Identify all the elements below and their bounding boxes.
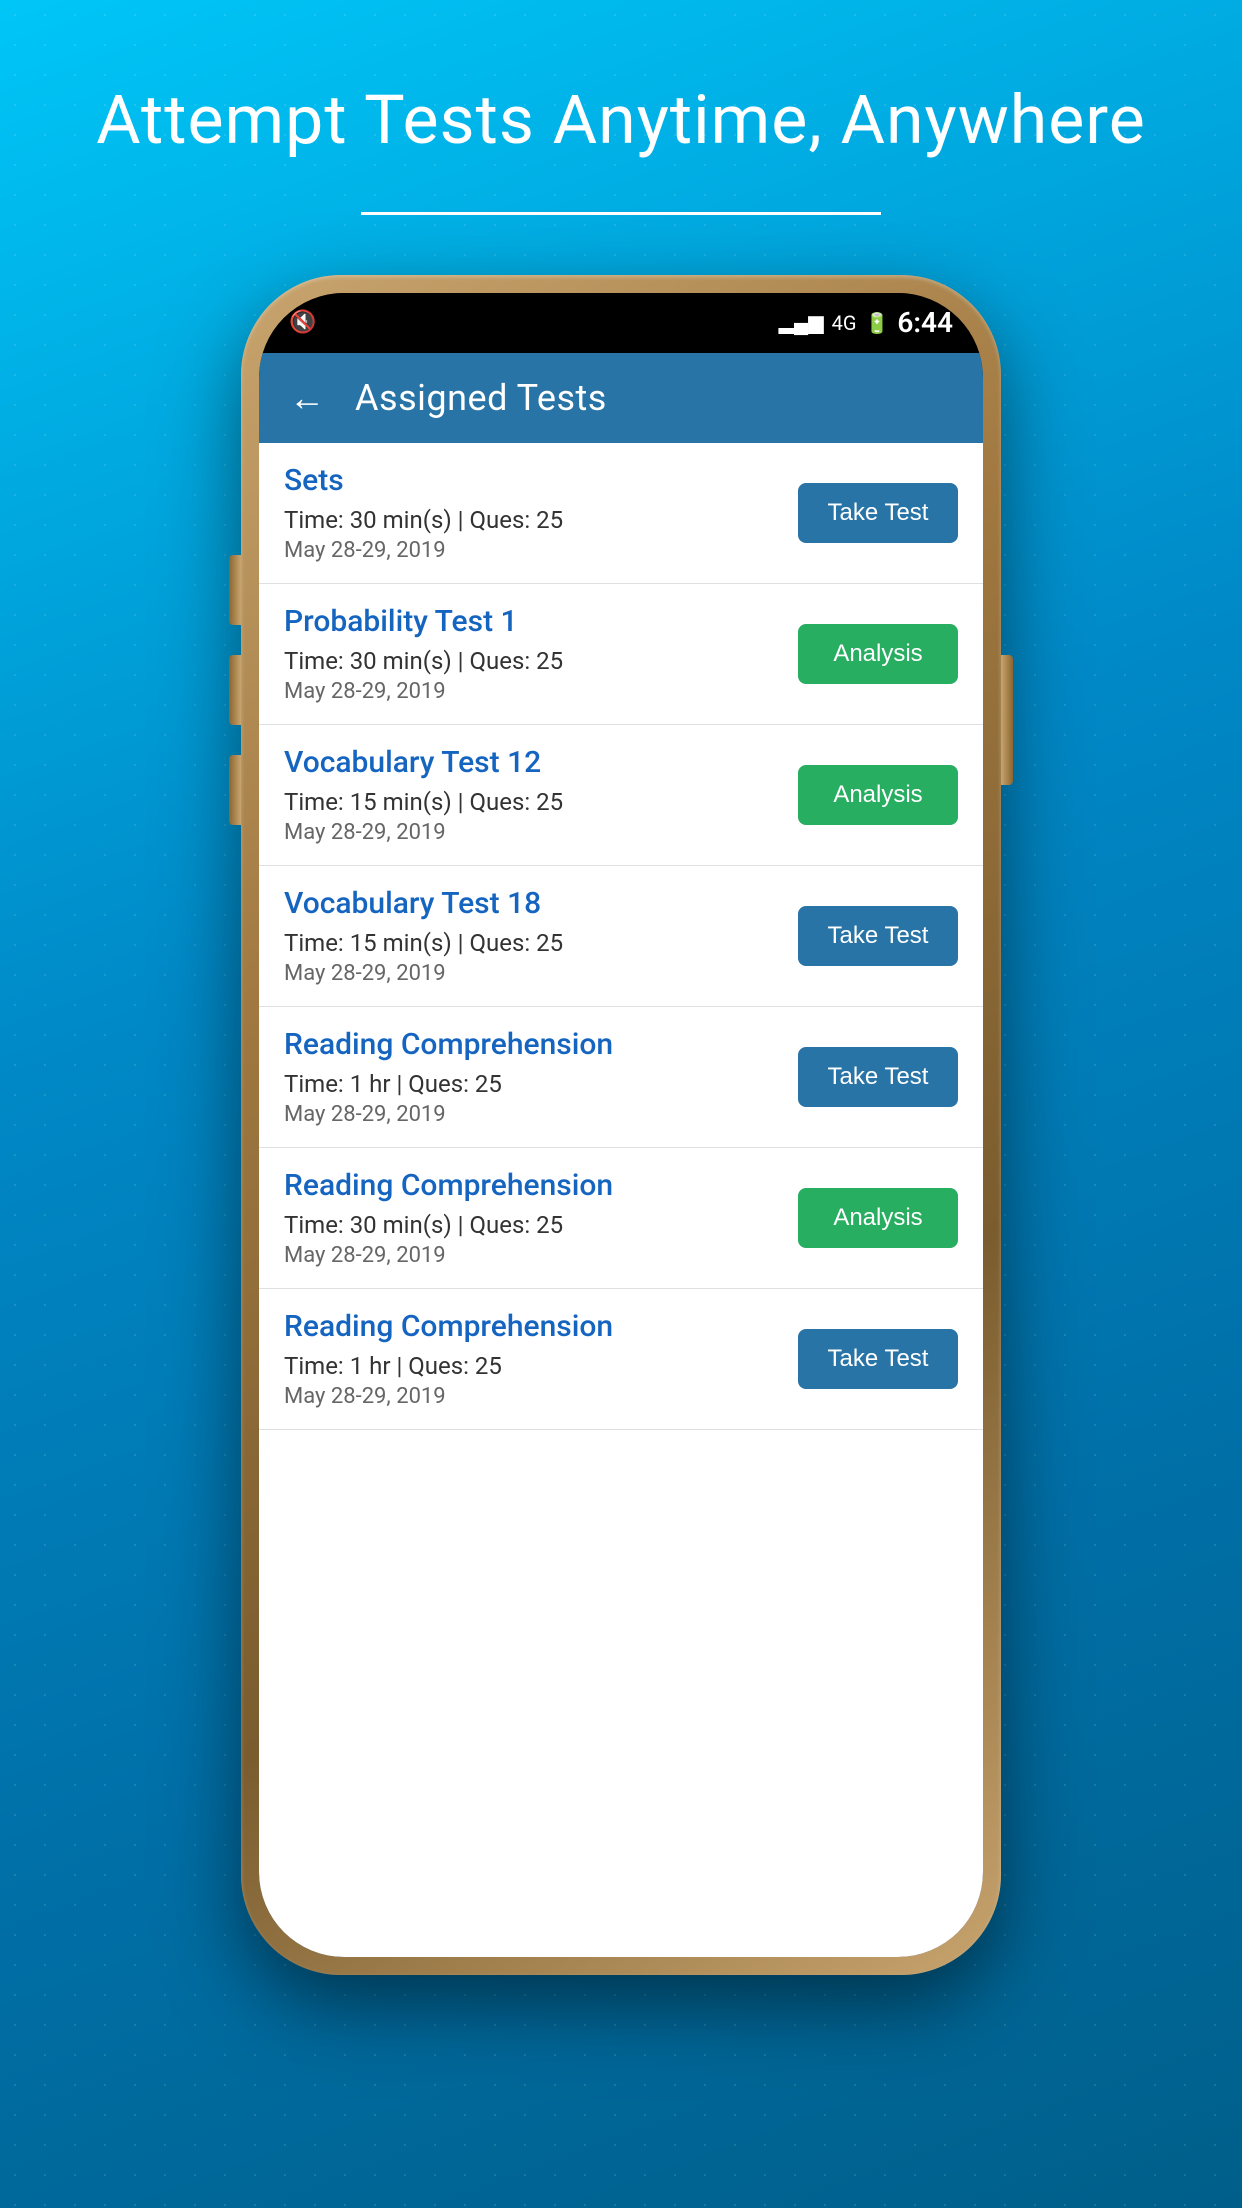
test-title-2: Probability Test 1 <box>284 604 783 639</box>
test-meta-4: Time: 15 min(s) | Ques: 25 <box>284 929 783 957</box>
test-item-7: Reading Comprehension Time: 1 hr | Ques:… <box>259 1289 983 1430</box>
test-button-1[interactable]: Take Test <box>798 483 958 543</box>
volume-up-button[interactable] <box>229 555 241 625</box>
test-title-5: Reading Comprehension <box>284 1027 783 1062</box>
time-display: 6:44 <box>897 306 953 339</box>
test-meta-6: Time: 30 min(s) | Ques: 25 <box>284 1211 783 1239</box>
test-info-4: Vocabulary Test 18 Time: 15 min(s) | Que… <box>284 886 798 986</box>
test-item-2: Probability Test 1 Time: 30 min(s) | Que… <box>259 584 983 725</box>
test-title-3: Vocabulary Test 12 <box>284 745 783 780</box>
test-meta-1: Time: 30 min(s) | Ques: 25 <box>284 506 783 534</box>
test-item-3: Vocabulary Test 12 Time: 15 min(s) | Que… <box>259 725 983 866</box>
test-info-6: Reading Comprehension Time: 30 min(s) | … <box>284 1168 798 1268</box>
test-button-5[interactable]: Take Test <box>798 1047 958 1107</box>
test-info-3: Vocabulary Test 12 Time: 15 min(s) | Que… <box>284 745 798 845</box>
battery-icon: 🔋 <box>864 311 889 335</box>
test-date-3: May 28-29, 2019 <box>284 820 783 845</box>
phone-outer: 🔇 ▂▄▆ 4G 🔋 6:44 ← Assigned Tests Sets <box>241 275 1001 1975</box>
test-meta-3: Time: 15 min(s) | Ques: 25 <box>284 788 783 816</box>
test-info-7: Reading Comprehension Time: 1 hr | Ques:… <box>284 1309 798 1409</box>
test-meta-2: Time: 30 min(s) | Ques: 25 <box>284 647 783 675</box>
test-date-1: May 28-29, 2019 <box>284 538 783 563</box>
test-item-4: Vocabulary Test 18 Time: 15 min(s) | Que… <box>259 866 983 1007</box>
power-button[interactable] <box>1001 655 1013 785</box>
content-area: Sets Time: 30 min(s) | Ques: 25 May 28-2… <box>259 443 983 1957</box>
test-button-4[interactable]: Take Test <box>798 906 958 966</box>
test-date-4: May 28-29, 2019 <box>284 961 783 986</box>
page-title: Assigned Tests <box>355 377 607 419</box>
volume-down-button[interactable] <box>229 655 241 725</box>
hero-title: Attempt Tests Anytime, Anywhere <box>36 80 1206 162</box>
test-info-2: Probability Test 1 Time: 30 min(s) | Que… <box>284 604 798 704</box>
test-title-1: Sets <box>284 463 783 498</box>
test-item-5: Reading Comprehension Time: 1 hr | Ques:… <box>259 1007 983 1148</box>
status-bar: 🔇 ▂▄▆ 4G 🔋 6:44 <box>259 293 983 353</box>
test-button-2[interactable]: Analysis <box>798 624 958 684</box>
test-item-1: Sets Time: 30 min(s) | Ques: 25 May 28-2… <box>259 443 983 584</box>
test-meta-5: Time: 1 hr | Ques: 25 <box>284 1070 783 1098</box>
test-info-5: Reading Comprehension Time: 1 hr | Ques:… <box>284 1027 798 1127</box>
test-button-3[interactable]: Analysis <box>798 765 958 825</box>
test-title-6: Reading Comprehension <box>284 1168 783 1203</box>
test-date-7: May 28-29, 2019 <box>284 1384 783 1409</box>
test-item-6: Reading Comprehension Time: 30 min(s) | … <box>259 1148 983 1289</box>
test-button-6[interactable]: Analysis <box>798 1188 958 1248</box>
silent-button[interactable] <box>229 755 241 825</box>
test-date-2: May 28-29, 2019 <box>284 679 783 704</box>
test-date-6: May 28-29, 2019 <box>284 1243 783 1268</box>
notch <box>521 293 721 328</box>
test-meta-7: Time: 1 hr | Ques: 25 <box>284 1352 783 1380</box>
status-left: 🔇 <box>289 310 316 335</box>
speaker-icon: 🔇 <box>289 310 316 335</box>
test-title-7: Reading Comprehension <box>284 1309 783 1344</box>
test-info-1: Sets Time: 30 min(s) | Ques: 25 May 28-2… <box>284 463 798 563</box>
phone-inner: 🔇 ▂▄▆ 4G 🔋 6:44 ← Assigned Tests Sets <box>259 293 983 1957</box>
test-button-7[interactable]: Take Test <box>798 1329 958 1389</box>
test-title-4: Vocabulary Test 18 <box>284 886 783 921</box>
phone-container: 🔇 ▂▄▆ 4G 🔋 6:44 ← Assigned Tests Sets <box>241 275 1001 1975</box>
test-date-5: May 28-29, 2019 <box>284 1102 783 1127</box>
back-button[interactable]: ← <box>289 377 325 419</box>
signal-icon: ▂▄▆ <box>779 310 824 335</box>
status-right: ▂▄▆ 4G 🔋 6:44 <box>779 306 953 339</box>
network-label: 4G <box>832 311 857 335</box>
app-header: ← Assigned Tests <box>259 353 983 443</box>
divider <box>361 212 881 215</box>
